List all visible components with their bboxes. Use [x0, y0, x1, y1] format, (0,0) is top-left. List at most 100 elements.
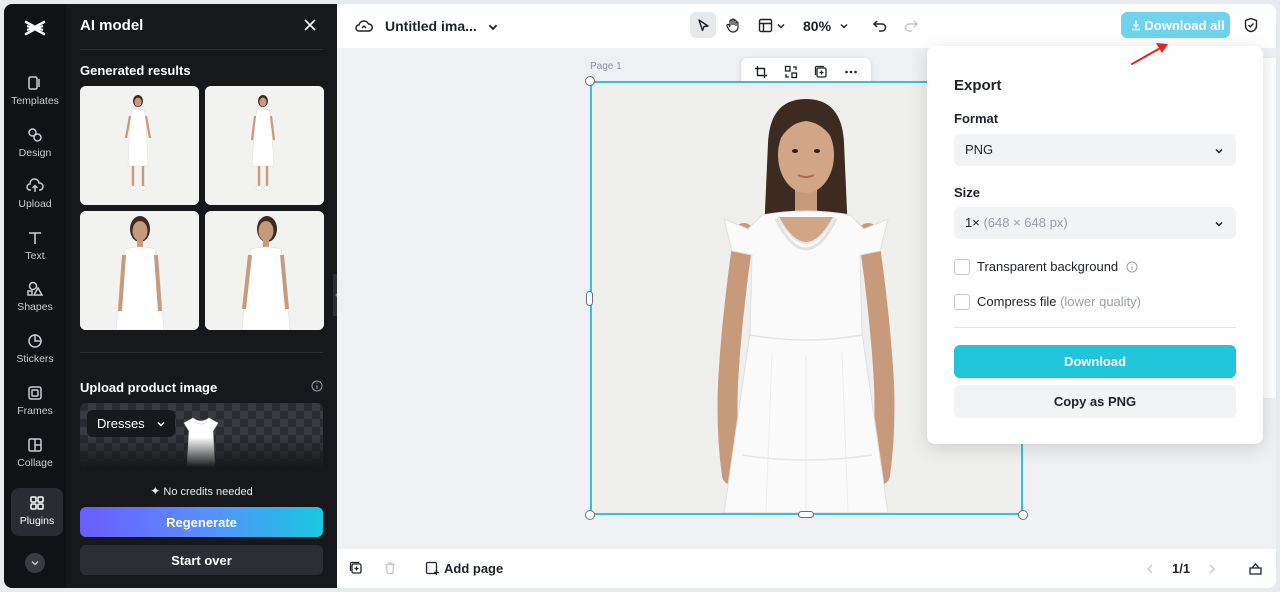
rail-label: Design [18, 147, 52, 159]
credits-note: ✦ No credits needed [66, 484, 337, 498]
upload-product-heading: Upload product image [80, 380, 218, 395]
crop-icon[interactable] [754, 65, 768, 79]
info-icon[interactable] [1126, 261, 1138, 273]
redo-icon[interactable] [903, 17, 919, 33]
undo-icon[interactable] [872, 17, 888, 33]
stickers-icon [28, 334, 42, 348]
size-value: 1× [965, 215, 980, 230]
compress-detail: (lower quality) [1060, 294, 1142, 310]
hand-icon[interactable] [725, 17, 742, 34]
add-page-icon[interactable] [425, 561, 440, 576]
chevron-left-icon[interactable] [1145, 563, 1155, 575]
cloud-sync-icon[interactable] [355, 17, 373, 35]
transparent-label: Transparent background [977, 259, 1119, 275]
rail-item-upload[interactable]: Upload [4, 171, 66, 219]
model-full-body-image [205, 86, 324, 205]
rail-label: Text [25, 250, 45, 262]
resize-handle-bottom[interactable] [798, 511, 814, 518]
rail-label: Templates [11, 95, 59, 107]
info-icon[interactable] [311, 380, 323, 392]
download-all-label: Download all [1144, 17, 1225, 33]
document-title[interactable]: Untitled ima... [385, 18, 499, 34]
generated-result-thumbnail[interactable] [205, 211, 324, 330]
rail-item-stickers[interactable]: Stickers [4, 326, 66, 374]
fade-overlay [80, 437, 323, 467]
chevron-down-icon [1215, 221, 1223, 227]
document-title-text: Untitled ima... [385, 18, 477, 34]
rail-item-collage[interactable]: Collage [4, 430, 66, 478]
rail-item-plugins[interactable]: Plugins [11, 488, 63, 536]
download-button[interactable]: Download [954, 345, 1236, 378]
layout-icon[interactable] [757, 17, 774, 34]
divider [80, 352, 323, 353]
size-select[interactable]: 1× (648 × 648 px) [954, 207, 1236, 239]
zoom-level[interactable]: 80% [803, 18, 831, 34]
trash-icon[interactable] [383, 561, 397, 575]
generated-result-thumbnail[interactable] [80, 86, 199, 205]
checkbox-box[interactable] [954, 258, 970, 275]
model-half-body-image [80, 211, 199, 330]
divider [954, 327, 1236, 328]
rail-item-frames[interactable]: Frames [4, 378, 66, 426]
product-image-upload-area[interactable]: Dresses [80, 403, 323, 467]
plugins-icon [30, 496, 44, 510]
copy-as-png-button[interactable]: Copy as PNG [954, 385, 1236, 418]
rail-item-shapes[interactable]: Shapes [4, 274, 66, 322]
format-label: Format [954, 111, 999, 126]
resize-handle-bottom-right[interactable] [1018, 510, 1028, 520]
rail-item-templates[interactable]: Templates [4, 68, 66, 116]
model-full-body-image [80, 86, 199, 205]
resize-handle-top-left[interactable] [585, 76, 595, 86]
chevron-down-icon [157, 422, 165, 427]
download-icon [1132, 20, 1140, 31]
page-manager-icon[interactable] [1248, 561, 1263, 576]
more-options-icon[interactable] [844, 65, 858, 79]
replace-icon[interactable] [784, 65, 798, 79]
add-page-button[interactable]: Add page [444, 561, 503, 576]
transparent-background-checkbox[interactable]: Transparent background [954, 258, 1138, 275]
chevron-down-icon [1215, 148, 1223, 154]
resize-handle-left[interactable] [586, 291, 593, 306]
bottom-toolbar: Add page 1/1 [337, 549, 1276, 588]
generated-result-thumbnail[interactable] [80, 211, 199, 330]
rail-label: Frames [17, 405, 53, 417]
rail-label: Plugins [19, 515, 55, 527]
panel-title: AI model [80, 17, 144, 34]
rail-item-design[interactable]: Design [4, 120, 66, 168]
chevron-right-icon[interactable] [1207, 563, 1217, 575]
frames-icon [28, 386, 42, 400]
left-rail: Templates Design Upload Text Shapes Stic… [4, 4, 66, 588]
start-over-button[interactable]: Start over [80, 545, 323, 575]
format-select[interactable]: PNG [954, 134, 1236, 166]
model-half-body-image [205, 211, 324, 330]
capcut-logo[interactable] [23, 16, 47, 40]
duplicate-icon[interactable] [814, 65, 828, 79]
page-indicator: 1/1 [1172, 561, 1191, 576]
divider [80, 49, 323, 50]
shield-icon[interactable] [1243, 17, 1259, 33]
rail-expand-button[interactable] [25, 553, 45, 573]
regenerate-button[interactable]: Regenerate [80, 507, 323, 537]
export-popover: Export Format PNG Size 1× (648 × 648 px)… [927, 46, 1263, 444]
compress-file-checkbox[interactable]: Compress file (lower quality) [954, 293, 1141, 310]
rail-item-text[interactable]: Text [4, 223, 66, 271]
download-all-button[interactable]: Download all [1121, 12, 1230, 38]
export-title: Export [954, 77, 1002, 94]
ai-model-panel: AI model Generated results Upload produc… [66, 4, 337, 588]
pointer-icon[interactable] [696, 18, 711, 33]
design-icon [28, 128, 42, 142]
close-icon[interactable] [302, 17, 318, 33]
generated-result-thumbnail[interactable] [205, 86, 324, 205]
size-detail: (648 × 648 px) [983, 215, 1068, 230]
generated-results-heading: Generated results [80, 63, 191, 78]
shapes-icon [27, 281, 44, 296]
chevron-down-icon [31, 561, 39, 566]
category-dropdown[interactable]: Dresses [87, 410, 175, 437]
chevron-down-icon[interactable] [776, 21, 786, 31]
chevron-down-icon[interactable] [839, 21, 849, 31]
templates-icon [28, 76, 40, 90]
resize-handle-bottom-left[interactable] [585, 510, 595, 520]
compress-label: Compress file [977, 294, 1057, 310]
checkbox-box[interactable] [954, 293, 970, 310]
duplicate-page-icon[interactable] [349, 561, 363, 575]
